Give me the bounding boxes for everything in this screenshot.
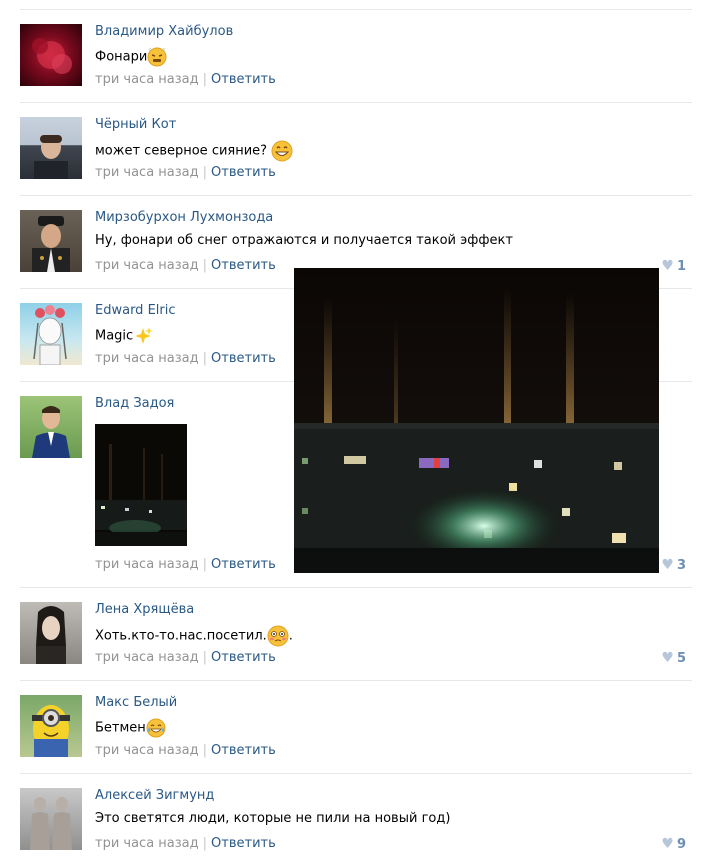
avatar[interactable] — [20, 602, 82, 664]
divider — [20, 680, 692, 681]
comment-author[interactable]: Чёрный Кот — [95, 117, 176, 132]
avatar[interactable] — [20, 303, 82, 365]
emoji-flushed — [267, 625, 289, 647]
photo-preview[interactable] — [294, 268, 659, 573]
heart-icon: ♥ — [661, 836, 674, 852]
comment-meta: три часа назад | Ответить — [95, 72, 276, 87]
comment-text: Ну, фонари об снег отражаются и получает… — [95, 233, 513, 248]
timestamp[interactable]: три часа назад — [95, 743, 199, 758]
emoji-tears-of-joy — [146, 718, 166, 738]
comment-meta: три часа назад | Ответить — [95, 165, 276, 180]
emoji-grin — [271, 140, 293, 162]
like-button[interactable]: ♥ 9 — [661, 836, 686, 852]
avatar[interactable] — [20, 396, 82, 458]
like-button[interactable]: ♥ 1 — [661, 258, 686, 274]
like-count: 3 — [676, 558, 686, 573]
divider — [20, 102, 692, 103]
comment-meta: три часа назад | Ответить — [95, 557, 276, 572]
comment-text: может северное сияние? — [95, 140, 293, 162]
attached-photo-thumbnail[interactable] — [95, 424, 187, 546]
timestamp[interactable]: три часа назад — [95, 351, 199, 366]
comment-text: Фонари — [95, 47, 167, 67]
comment-author[interactable]: Мирзобурхон Лухмонзода — [95, 210, 273, 225]
like-count: 1 — [676, 259, 686, 274]
comment-meta: три часа назад | Ответить — [95, 351, 276, 366]
like-button[interactable]: ♥ 3 — [661, 557, 686, 573]
comment-text: Хоть.кто-то.нас.посетил.. — [95, 625, 293, 647]
emoji-sparkles — [135, 327, 154, 344]
reply-link[interactable]: Ответить — [211, 165, 276, 180]
comment-author[interactable]: Edward Elric — [95, 303, 176, 318]
heart-icon: ♥ — [661, 258, 674, 274]
comment-meta: три часа назад | Ответить — [95, 836, 276, 851]
heart-icon: ♥ — [661, 650, 674, 666]
comment-text: Magic — [95, 326, 154, 346]
timestamp[interactable]: три часа назад — [95, 557, 199, 572]
reply-link[interactable]: Ответить — [211, 351, 276, 366]
timestamp[interactable]: три часа назад — [95, 165, 199, 180]
like-count: 9 — [676, 837, 686, 852]
divider — [20, 195, 692, 196]
like-count: 5 — [676, 651, 686, 666]
avatar[interactable] — [20, 24, 82, 86]
comment-author[interactable]: Владимир Хайбулов — [95, 24, 233, 39]
reply-link[interactable]: Ответить — [211, 743, 276, 758]
divider — [20, 9, 692, 10]
reply-link[interactable]: Ответить — [211, 258, 276, 273]
comment-text: Бетмен — [95, 718, 166, 738]
divider — [20, 587, 692, 588]
timestamp[interactable]: три часа назад — [95, 72, 199, 87]
comment-meta: три часа назад | Ответить — [95, 743, 276, 758]
reply-link[interactable]: Ответить — [211, 836, 276, 851]
reply-link[interactable]: Ответить — [211, 557, 276, 572]
comment-author[interactable]: Лена Хрящёва — [95, 602, 194, 617]
comment-meta: три часа назад | Ответить — [95, 650, 276, 665]
like-button[interactable]: ♥ 5 — [661, 650, 686, 666]
heart-icon: ♥ — [661, 557, 674, 573]
timestamp[interactable]: три часа назад — [95, 650, 199, 665]
avatar[interactable] — [20, 788, 82, 850]
timestamp[interactable]: три часа назад — [95, 258, 199, 273]
avatar[interactable] — [20, 695, 82, 757]
avatar[interactable] — [20, 117, 82, 179]
avatar[interactable] — [20, 210, 82, 272]
comment-text: Это светятся люди, которые не пили на но… — [95, 811, 451, 826]
reply-link[interactable]: Ответить — [211, 72, 276, 87]
comment-meta: три часа назад | Ответить — [95, 258, 276, 273]
divider — [20, 773, 692, 774]
comment-author[interactable]: Алексей Зигмунд — [95, 788, 214, 803]
emoji-steam-face — [147, 47, 167, 67]
reply-link[interactable]: Ответить — [211, 650, 276, 665]
comment-author[interactable]: Влад Задоя — [95, 396, 174, 411]
timestamp[interactable]: три часа назад — [95, 836, 199, 851]
comment-author[interactable]: Макс Белый — [95, 695, 177, 710]
